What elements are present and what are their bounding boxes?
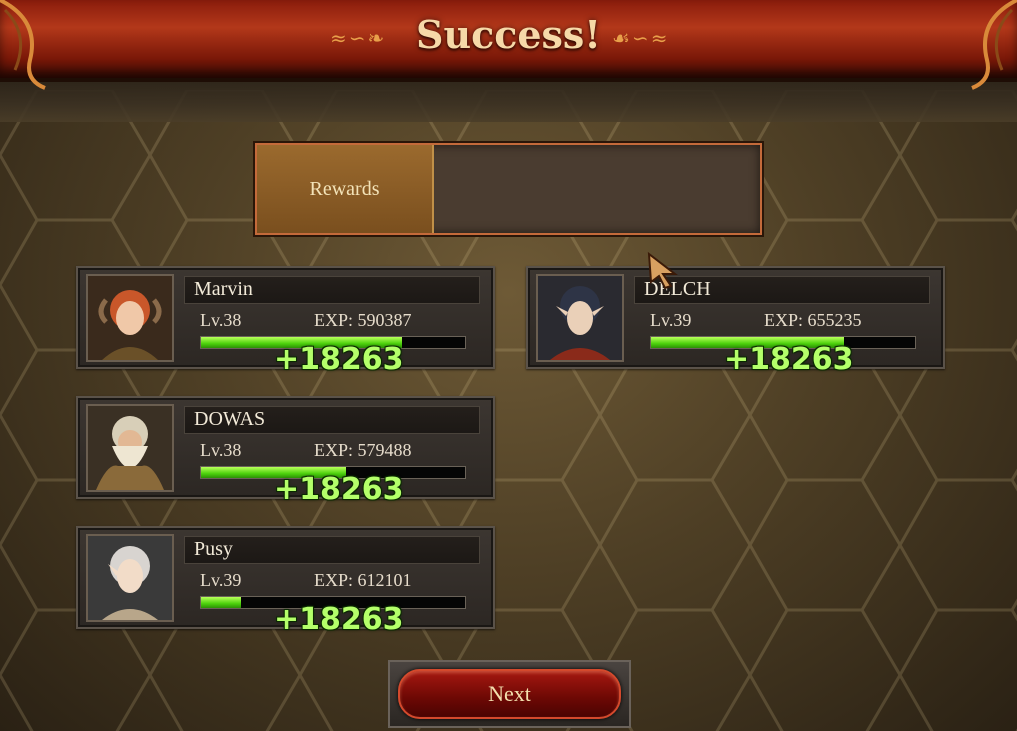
exp-bar-fill — [201, 597, 241, 608]
rewards-panel: Rewards — [255, 143, 762, 235]
character-card-marvin: Marvin Lv.38 EXP: 590387 +18263 — [76, 266, 495, 377]
character-exp: EXP: 590387 — [314, 310, 412, 330]
character-exp: EXP: 655235 — [764, 310, 862, 330]
character-name: Pusy — [194, 538, 233, 560]
dwarf-portrait — [86, 404, 174, 492]
page-title: Success! — [416, 12, 601, 57]
exp-gain: +18263 — [274, 472, 404, 507]
pointer-cursor-icon — [647, 251, 678, 290]
character-card-delch: DELCH Lv.39 EXP: 655235 +18263 — [526, 266, 945, 377]
rewards-content-area — [434, 145, 760, 233]
exp-gain: +18263 — [274, 602, 404, 637]
character-level: Lv.38 — [200, 440, 242, 460]
character-exp: EXP: 579488 — [314, 440, 412, 460]
character-name: Marvin — [194, 278, 253, 300]
character-exp: EXP: 612101 — [314, 570, 412, 590]
elf-boy-portrait — [536, 274, 624, 362]
horned-girl-portrait — [86, 274, 174, 362]
character-level: Lv.38 — [200, 310, 242, 330]
rewards-label: Rewards — [257, 145, 434, 233]
white-hair-elf-portrait — [86, 534, 174, 622]
title-banner: ≈∽❧ ☙∽≈ Success! — [0, 0, 1017, 90]
next-button-frame: Next — [388, 660, 631, 728]
name-bar: Pusy — [184, 536, 480, 564]
character-level: Lv.39 — [650, 310, 692, 330]
character-card-pusy: Pusy Lv.39 EXP: 612101 +18263 — [76, 526, 495, 637]
banner-shadow-band — [0, 78, 1017, 122]
character-name: DOWAS — [194, 408, 266, 430]
character-card-dowas: DOWAS Lv.38 EXP: 579488 +18263 — [76, 396, 495, 507]
next-button[interactable]: Next — [398, 669, 621, 719]
name-bar: DOWAS — [184, 406, 480, 434]
exp-gain: +18263 — [724, 342, 854, 377]
character-level: Lv.39 — [200, 570, 242, 590]
exp-gain: +18263 — [274, 342, 404, 377]
name-bar: Marvin — [184, 276, 480, 304]
